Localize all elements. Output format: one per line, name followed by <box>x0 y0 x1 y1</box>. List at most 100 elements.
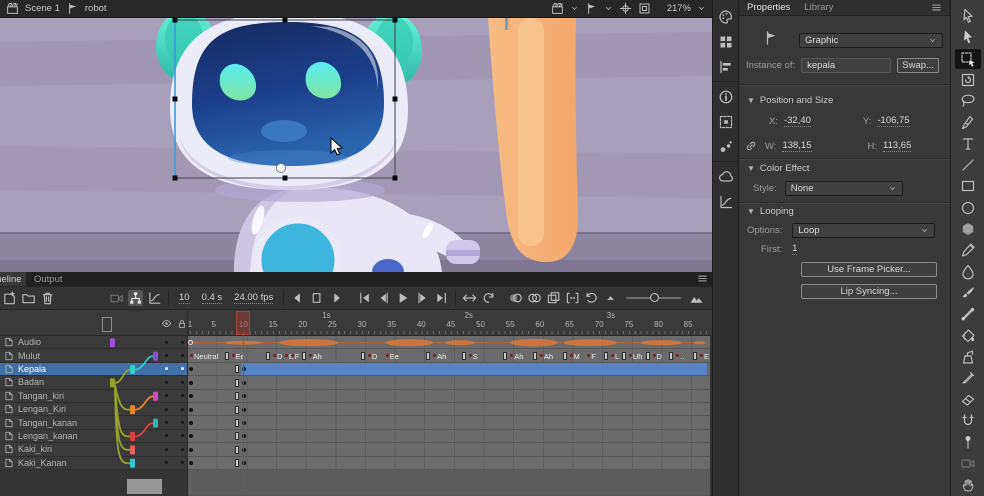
color-panel-button[interactable] <box>713 4 738 29</box>
selection-tool[interactable] <box>955 6 981 26</box>
keyframe-dot[interactable] <box>189 448 193 452</box>
lock-aspect-icon[interactable] <box>745 140 757 152</box>
empty-frame-marker[interactable] <box>426 352 430 360</box>
h-value[interactable]: 113,65 <box>883 140 911 152</box>
transform-panel-button[interactable] <box>713 109 738 134</box>
mouth-keyframe-dot[interactable] <box>309 354 312 357</box>
edit-symbol-caret-icon[interactable] <box>604 4 613 13</box>
timeline-scrollbar-thumb[interactable] <box>127 479 162 494</box>
layer-row-tangan_kiri[interactable]: Tangan_kiri <box>0 390 188 403</box>
layer-name[interactable]: Badan <box>18 377 44 387</box>
selected-frame-span[interactable] <box>241 363 707 375</box>
pencil-tool[interactable] <box>955 240 981 260</box>
mouth-keyframe-dot[interactable] <box>570 354 573 357</box>
mouth-keyframe-dot[interactable] <box>433 354 436 357</box>
layer-row-kepala[interactable]: Kepala <box>0 363 188 376</box>
visibility-column-icon[interactable] <box>161 318 172 329</box>
camera-tool[interactable] <box>955 453 981 473</box>
onion-skin-outlines-icon[interactable] <box>527 290 542 306</box>
layer-name[interactable]: Lengan_Kiri <box>18 404 66 414</box>
mouth-keyframe-dot[interactable] <box>273 354 276 357</box>
mouth-keyframe-dot[interactable] <box>190 354 193 357</box>
edit-symbol-icon[interactable] <box>585 2 598 15</box>
empty-frame-marker[interactable] <box>462 352 466 360</box>
span-end-marker[interactable] <box>235 406 239 414</box>
symbol-name[interactable]: robot <box>85 3 107 14</box>
empty-frame-marker[interactable] <box>604 352 608 360</box>
mouth-keyframe-dot[interactable] <box>653 354 656 357</box>
camera-icon[interactable] <box>109 290 124 306</box>
loop-options-dropdown[interactable]: Loop <box>792 223 935 238</box>
cc-libraries-panel-button[interactable] <box>713 164 738 189</box>
w-value[interactable]: 138,15 <box>782 140 811 152</box>
lasso-tool[interactable] <box>955 91 981 111</box>
step-back-icon[interactable] <box>290 290 305 306</box>
layer-frames-lengan_kanan[interactable] <box>188 430 710 443</box>
stage-zoom-caret-icon[interactable] <box>697 4 706 13</box>
keyframe-dot[interactable] <box>189 434 193 438</box>
reset-timeline-zoom-icon[interactable] <box>584 290 599 306</box>
rectangle-tool[interactable] <box>955 176 981 196</box>
oval-tool[interactable] <box>955 198 981 218</box>
graph-editor-icon[interactable] <box>147 290 162 306</box>
layer-name[interactable]: Tangan_kiri <box>18 391 64 401</box>
timeline-ruler[interactable]: 1s2s3s1510152025303540455055606570758085 <box>0 310 712 336</box>
align-panel-button[interactable] <box>713 54 738 79</box>
pen-tool[interactable] <box>955 113 981 133</box>
layer-frames-mulut[interactable]: NeutralEeDEFAhDEeAhSAhAhMFLUhD..E <box>188 349 710 362</box>
x-value[interactable]: -32,40 <box>784 115 811 127</box>
instance-name-field[interactable]: kepala <box>801 58 891 73</box>
layer-visibility-dot[interactable] <box>165 461 168 464</box>
mouth-keyframe-dot[interactable] <box>587 354 590 357</box>
edit-scene-icon[interactable] <box>551 2 564 15</box>
y-value[interactable]: -106,75 <box>877 115 909 127</box>
use-frame-picker-button[interactable]: Use Frame Picker... <box>801 262 937 277</box>
bone-tool[interactable] <box>955 304 981 324</box>
layer-row-tangan_kanan[interactable]: Tangan_kanan <box>0 416 188 429</box>
loop-frame-icon[interactable] <box>309 290 324 306</box>
step-forward-icon[interactable] <box>329 290 344 306</box>
layer-visibility-dot[interactable] <box>165 394 168 397</box>
layer-frames-tangan_kanan[interactable] <box>188 416 710 429</box>
new-folder-icon[interactable] <box>21 290 36 306</box>
layer-name[interactable]: Kaki_kiri <box>18 444 52 454</box>
mouth-keyframe-dot[interactable] <box>386 354 389 357</box>
layer-lock-dot[interactable] <box>181 434 184 437</box>
first-frame-value[interactable]: 1 <box>792 243 797 255</box>
keyframe-dot[interactable] <box>189 421 193 425</box>
delete-layer-icon[interactable] <box>40 290 55 306</box>
ink-bottle-tool[interactable] <box>955 347 981 367</box>
empty-frame-marker[interactable] <box>225 352 229 360</box>
layer-visibility-dot[interactable] <box>165 448 168 451</box>
tab-library[interactable]: Library <box>804 2 833 13</box>
layer-frames-audio[interactable] <box>188 336 710 349</box>
empty-frame-marker[interactable] <box>266 352 270 360</box>
empty-frame-marker[interactable] <box>563 352 567 360</box>
span-end-marker[interactable] <box>235 432 239 440</box>
layer-name[interactable]: Kepala <box>18 364 46 374</box>
keyframe-dot[interactable] <box>189 367 193 371</box>
layer-lock-dot[interactable] <box>181 367 184 370</box>
edit-scene-caret-icon[interactable] <box>570 4 579 13</box>
layer-row-kaki_kiri[interactable]: Kaki_kiri <box>0 443 188 456</box>
prev-frame-icon[interactable] <box>376 290 391 306</box>
mouth-keyframe-dot[interactable] <box>368 354 371 357</box>
keyframe-dot[interactable] <box>189 408 193 412</box>
fluid-brush-tool[interactable] <box>955 262 981 282</box>
swatches-panel-button[interactable] <box>713 29 738 54</box>
motion-editor-panel-button[interactable] <box>713 189 738 214</box>
layer-row-lengan_kanan[interactable]: Lengan_kanan <box>0 430 188 443</box>
layer-row-kaki_kanan[interactable]: Kaki_Kanan <box>0 457 188 470</box>
layer-visibility-dot[interactable] <box>165 341 168 344</box>
mouth-keyframe-dot[interactable] <box>700 354 703 357</box>
frame-rate-readout[interactable]: 24.00 fps <box>234 292 273 304</box>
layer-row-lengan_kiri[interactable]: Lengan_Kiri <box>0 403 188 416</box>
lip-syncing-button[interactable]: Lip Syncing... <box>801 284 937 299</box>
layer-lock-dot[interactable] <box>181 394 184 397</box>
empty-frame-marker[interactable] <box>503 352 507 360</box>
mouth-keyframe-dot[interactable] <box>232 354 235 357</box>
span-end-marker[interactable] <box>235 446 239 454</box>
mouth-keyframe-dot[interactable] <box>510 354 513 357</box>
layer-lock-dot[interactable] <box>181 408 184 411</box>
tab-output[interactable]: Output <box>26 272 71 286</box>
